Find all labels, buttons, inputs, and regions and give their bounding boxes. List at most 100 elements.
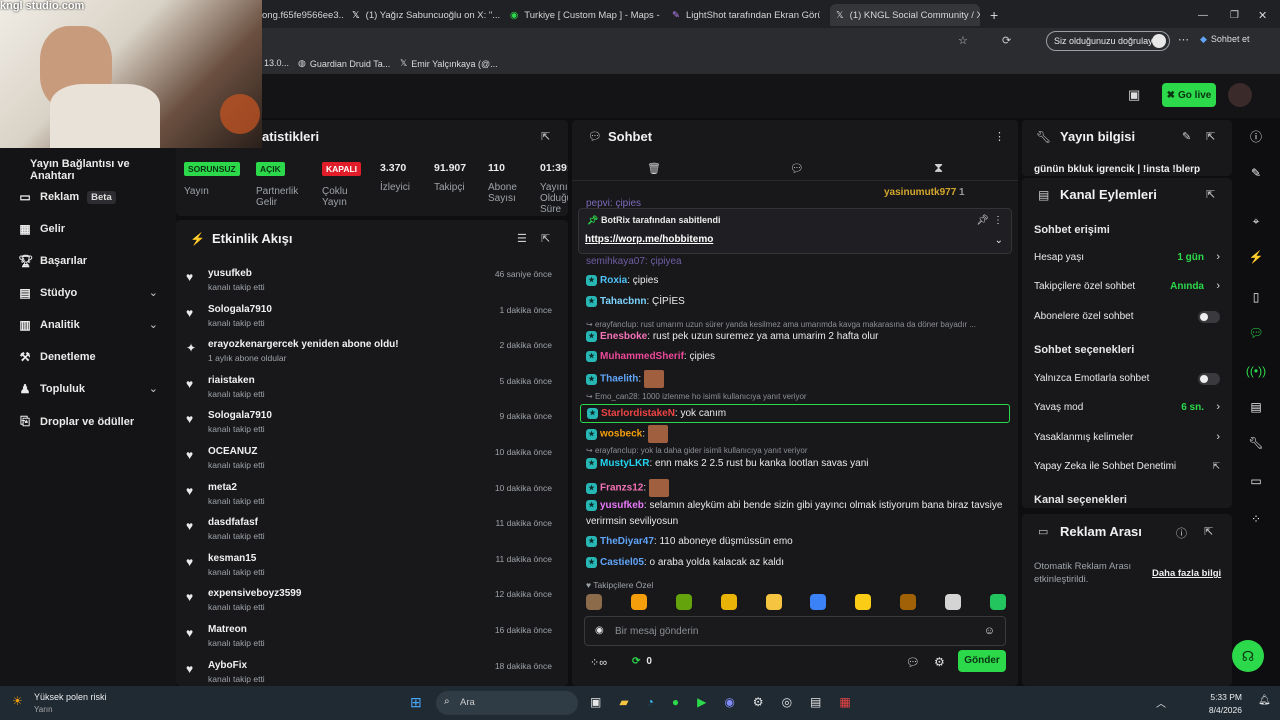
chat-username[interactable]: Castiel05: [600, 557, 644, 568]
edit-icon[interactable]: ✎: [1182, 130, 1191, 143]
chevron-down-icon[interactable]: ⌄: [149, 382, 158, 395]
lightning-icon[interactable]: ⚡: [1236, 250, 1276, 264]
emote-button[interactable]: [900, 594, 917, 610]
setting-banned-words[interactable]: Yasaklanmış kelimeler ›: [1034, 431, 1222, 443]
clipboard-icon[interactable]: ▯: [1236, 290, 1276, 304]
emote-button[interactable]: [630, 594, 647, 610]
new-tab-icon[interactable]: +: [990, 4, 1004, 26]
bookmark-item[interactable]: 13.0...: [264, 58, 289, 68]
file-explorer-icon[interactable]: ▰: [619, 695, 628, 709]
activity-item[interactable]: ♥ Matreon kanalı takip etti 16 dakika önce: [176, 620, 566, 656]
activity-item[interactable]: ♥ AyboFix kanalı takip etti 18 dakika önce: [176, 656, 566, 686]
browser-tab[interactable]: ong.f65fe9566ee3...✕: [262, 4, 344, 26]
more-options-icon[interactable]: ⋮: [994, 130, 1005, 143]
chat-username[interactable]: MustyLKR: [600, 458, 649, 469]
emote-button[interactable]: [586, 594, 602, 610]
bookmark-item[interactable]: 𝕏 Emir Yalçınkaya (@...: [400, 58, 498, 69]
activity-item[interactable]: ♥ kesman15 kanalı takip etti 11 dakika önce: [176, 549, 566, 585]
more-options-icon[interactable]: ⋮: [993, 215, 1003, 226]
subscribers-only-toggle[interactable]: [1198, 311, 1220, 323]
browser-tab-active[interactable]: 𝕏(1) KNGL Social Community / X✕: [830, 4, 980, 26]
chat-icon[interactable]: 💬︎: [790, 162, 804, 175]
pinned-message[interactable]: 📌︎ BotRix tarafından sabitlendi https://…: [578, 208, 1012, 254]
mention-icon[interactable]: ◉: [595, 625, 604, 636]
edge-icon[interactable]: ◔: [647, 695, 654, 709]
emoji-icon[interactable]: ☺: [984, 625, 995, 637]
setting-followers-only[interactable]: Takipçilere özel sohbet Anında ›: [1034, 280, 1222, 292]
obs-icon[interactable]: ◎: [782, 695, 792, 709]
nav-moderation[interactable]: ⚒ Denetleme: [18, 350, 96, 364]
nav-achievements[interactable]: 🏆︎ Başarılar: [18, 254, 87, 268]
taskbar-search[interactable]: ⌕ Ara: [436, 691, 578, 715]
minimize-icon[interactable]: —: [1198, 4, 1208, 26]
popout-icon[interactable]: ⇱: [1204, 525, 1213, 538]
chat-username[interactable]: Roxia: [600, 275, 627, 286]
emote-only-toggle[interactable]: [1198, 373, 1220, 385]
activity-item[interactable]: ♥ dasdfafasf kanalı takip etti 11 dakika ön…: [176, 513, 566, 549]
activity-item[interactable]: ✦ erayozkenargercek yeniden abone oldu! 1 …: [176, 335, 566, 371]
emote-button[interactable]: [675, 594, 692, 610]
gear-icon[interactable]: ⚙: [934, 655, 945, 669]
weather-title[interactable]: Yüksek polen riski: [34, 692, 107, 702]
popout-icon[interactable]: ⇱: [1206, 130, 1215, 143]
nav-studio[interactable]: ▤ Stüdyo: [18, 286, 158, 300]
task-view-icon[interactable]: ▣: [590, 695, 601, 709]
nav-revenue[interactable]: ▦ Gelir: [18, 222, 65, 236]
notes-icon[interactable]: ▤: [810, 695, 821, 709]
popout-icon[interactable]: ⇱: [1206, 188, 1215, 201]
emote-button[interactable]: [989, 594, 1006, 610]
maximize-icon[interactable]: ❐: [1230, 4, 1239, 26]
learn-more-link[interactable]: Daha fazla bilgi: [1152, 568, 1221, 579]
stream-key-link[interactable]: Yayın Bağlantısı ve Anahtarı: [30, 158, 176, 182]
bookmark-star-icon[interactable]: ☆: [958, 34, 968, 47]
steam-icon[interactable]: ⚙: [753, 695, 764, 709]
infinity-icon[interactable]: ⁘∞: [590, 656, 607, 669]
chevron-down-icon[interactable]: ⌄: [995, 235, 1003, 246]
chat-username[interactable]: Enesboke: [600, 331, 647, 342]
window-icon[interactable]: ▭: [1236, 474, 1276, 488]
activity-item[interactable]: ♥ Sologala7910 kanalı takip etti 1 dakika ö…: [176, 300, 566, 336]
chat-username[interactable]: Franzs12: [600, 483, 643, 494]
clock-date[interactable]: 8/4/2026: [1200, 705, 1242, 715]
windows-start-icon[interactable]: ⊞: [410, 694, 422, 711]
edit-icon[interactable]: ✎: [1236, 166, 1276, 180]
app-icon[interactable]: ▦: [839, 695, 850, 709]
activity-item[interactable]: ♥ Sologala7910 kanalı takip etti 9 dakika ö…: [176, 406, 566, 442]
community-icon[interactable]: ⁘: [1236, 512, 1276, 526]
emote-button[interactable]: [720, 594, 737, 610]
send-button[interactable]: Gönder: [958, 650, 1006, 672]
setting-account-age[interactable]: Hesap yaşı 1 gün ›: [1034, 251, 1222, 263]
chat-username[interactable]: MuhammedSherif: [600, 351, 684, 362]
activity-item[interactable]: ♥ expensiveboyz3599 kanalı takip etti 12 da…: [176, 584, 566, 620]
emote-button[interactable]: [855, 594, 872, 610]
activity-item[interactable]: ♥ riaistaken kanalı takip etti 5 dakika önc…: [176, 371, 566, 407]
emote-button[interactable]: [765, 594, 782, 610]
clock-time[interactable]: 5:33 PM: [1206, 692, 1242, 702]
bookmark-item[interactable]: ◍ Guardian Druid Ta...: [298, 58, 390, 69]
menu-dots-icon[interactable]: ⋯: [1178, 33, 1189, 46]
pinned-link[interactable]: https://worp.me/hobbitemo: [585, 234, 713, 245]
chat-username[interactable]: TheDiyar47: [600, 536, 654, 547]
activity-item[interactable]: ♥ OCEANUZ kanalı takip etti 10 dakika önce: [176, 442, 566, 478]
info-icon[interactable]: ⓘ: [1236, 128, 1276, 145]
tray-chevron-icon[interactable]: ︿: [1156, 695, 1166, 710]
window-close-icon[interactable]: ✕: [1258, 4, 1267, 26]
trash-icon[interactable]: 🗑︎: [647, 162, 661, 175]
support-button[interactable]: ☊: [1232, 640, 1264, 672]
popout-icon[interactable]: ⇱: [541, 130, 550, 143]
nav-community[interactable]: ♟ Topluluk: [18, 382, 85, 396]
profile-avatar[interactable]: [1228, 83, 1252, 107]
nav-ads[interactable]: ▭ Reklam Beta: [18, 190, 116, 204]
actions-icon[interactable]: ▤: [1236, 400, 1276, 414]
chat-bubble-icon[interactable]: 💬︎: [906, 656, 920, 669]
popout-icon[interactable]: ⇱: [541, 232, 550, 245]
copilot-chat-button[interactable]: ◆ Sohbet et: [1200, 34, 1249, 45]
emote-button[interactable]: [945, 594, 961, 610]
browser-tab[interactable]: 𝕏(1) Yağız Sabuncuoğlu on X: "...✕: [352, 4, 500, 26]
chat-username[interactable]: wosbeck: [600, 429, 642, 440]
chevron-down-icon[interactable]: ⌄: [149, 286, 158, 299]
verify-identity-button[interactable]: Siz olduğunuzu doğrulayın: [1046, 31, 1170, 51]
chat-username[interactable]: StarlordistakeN: [601, 408, 675, 419]
chat-username[interactable]: yusufkeb: [600, 500, 644, 511]
screen-capture-icon[interactable]: ⌖: [1236, 214, 1276, 229]
